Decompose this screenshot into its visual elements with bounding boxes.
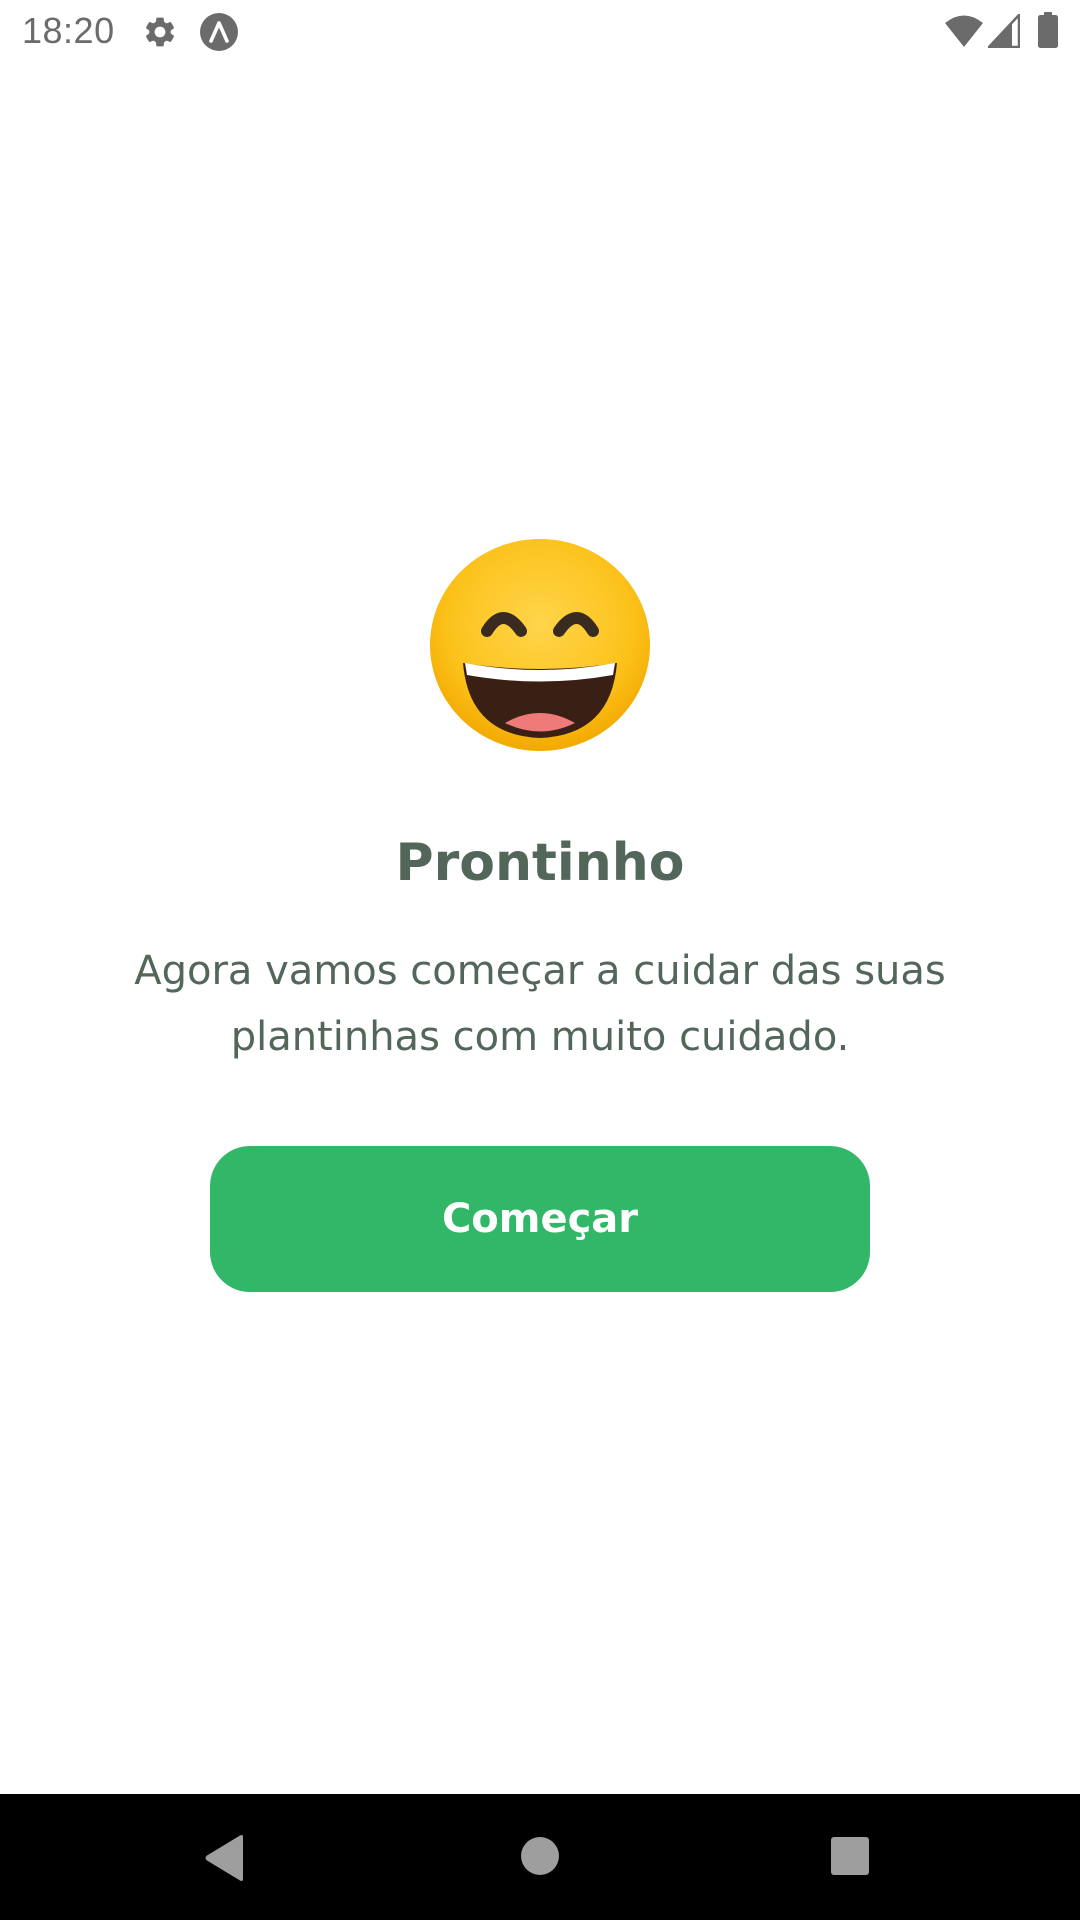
screen: 18:20 Prontinho Agora vamos começar a cu… [0,0,1080,1920]
home-icon[interactable] [520,1836,560,1876]
signal-icon [988,14,1020,48]
wifi-icon [945,15,983,47]
navigation-bar [0,1794,1080,1920]
start-button[interactable]: Começar [210,1146,870,1292]
back-icon[interactable] [203,1834,247,1882]
battery-icon [1038,12,1058,48]
page-subtitle: Agora vamos começar a cuidar das suas pl… [134,948,946,1060]
start-button-label: Começar [441,1196,639,1242]
status-time: 18:20 [22,10,115,51]
recents-icon[interactable] [830,1836,870,1876]
grinning-emoji-icon [430,539,650,751]
status-bar: 18:20 [0,0,1080,63]
page-title: Prontinho [395,833,685,893]
gear-icon [145,17,175,47]
app-notification-icon [200,13,238,51]
